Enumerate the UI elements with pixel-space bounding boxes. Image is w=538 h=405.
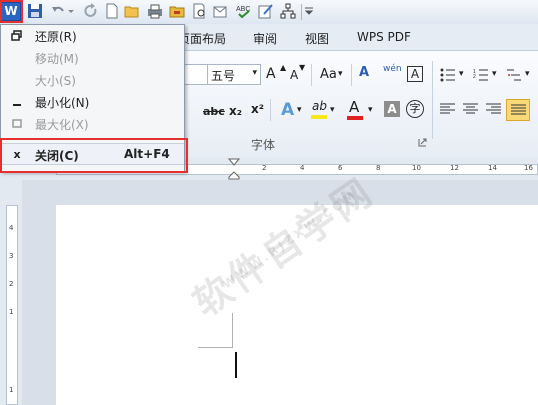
chevron-down-icon: ▾ [368,105,373,115]
text-effect-button[interactable]: A [281,100,294,120]
menu-item-maximize[interactable]: 最大化(X) [1,113,184,135]
ruler-number: 14 [488,164,497,172]
ruler-number: 16 [524,164,533,172]
enclose-character-button[interactable]: 字 [406,100,424,118]
word-logo-highlight [0,0,23,23]
ruler-number: 2 [9,280,14,288]
ruler-number: 4 [300,164,305,172]
ribbon-separator [351,64,352,86]
print-preview-icon[interactable] [192,3,208,19]
folder-icon[interactable] [169,3,185,19]
save-icon[interactable] [27,3,43,19]
numbering-icon[interactable]: 12 [473,68,489,82]
bullets-icon[interactable] [440,68,456,82]
customize-toolbar-icon[interactable] [304,3,314,19]
ruler-number: 1 [9,386,14,394]
chevron-down-icon: ▾ [525,69,530,79]
ruler-number: 8 [376,164,381,172]
close-item-highlight [0,138,188,173]
menu-item-label: 移动(M) [35,52,79,66]
chevron-down-icon: ▾ [297,105,302,115]
highlight-button[interactable]: ab [312,99,327,113]
ruler-number: 1 [9,308,14,316]
phonetic-guide-label[interactable]: wén [383,64,402,74]
email-icon[interactable] [213,3,229,19]
print-icon[interactable] [147,3,163,19]
chevron-down-icon: ▾ [492,69,497,79]
subscript-button[interactable]: x₂ [229,104,242,118]
ribbon-separator [311,64,312,86]
minimize-icon [13,104,21,106]
ribbon-separator [270,99,271,121]
ruler-number: 3 [9,252,14,260]
text-cursor [235,352,237,378]
font-color-button[interactable]: A [349,98,359,116]
indent-marker-icon[interactable] [228,158,240,180]
restore-icon [11,30,22,41]
align-left-icon[interactable] [440,103,455,116]
change-case-button[interactable]: Aa [320,67,337,82]
spell-check-icon[interactable]: ABC [236,3,252,19]
menu-item-restore[interactable]: 还原(R) [1,25,184,47]
open-folder-icon[interactable] [124,3,140,19]
highlight-color-bar [311,115,327,119]
align-right-icon[interactable] [486,103,501,116]
menu-item-label: 最小化(N) [35,96,90,110]
margin-corner-mark [198,347,233,348]
vertical-ruler-track: 4 3 2 1 1 [6,205,18,405]
chevron-down-icon: ▾ [338,69,343,79]
ruler-number: 2 [262,164,267,172]
character-border-button[interactable]: A [407,66,423,82]
font-color-bar [347,116,363,120]
justify-icon [511,104,526,115]
undo-dropdown-icon[interactable] [67,3,75,19]
superscript-button[interactable]: x² [251,102,264,116]
chevron-down-icon: ▾ [252,68,257,78]
ribbon-separator [432,61,433,139]
tab-page-layout[interactable]: 页面布局 [178,30,226,47]
structure-icon[interactable] [280,3,296,19]
clear-format-button[interactable]: A [359,65,369,80]
ruler-number: 12 [450,164,459,172]
font-size-value: 五号 [211,69,236,83]
ruler-numbers: 2 4 6 8 10 12 14 16 [246,164,536,174]
align-center-icon[interactable] [463,103,478,116]
margin-corner-mark [232,313,233,348]
menu-item-minimize[interactable]: 最小化(N) [1,91,184,113]
tab-view[interactable]: 视图 [305,30,329,47]
redo-icon[interactable] [83,3,99,19]
new-document-icon[interactable] [104,3,120,19]
menu-item-label: 大小(S) [35,74,76,88]
svg-text:2: 2 [473,74,476,80]
tab-wps-pdf[interactable]: WPS PDF [357,30,411,44]
tab-review[interactable]: 审阅 [253,30,277,47]
strikethrough-button[interactable]: abc [203,105,225,118]
edit-icon[interactable] [258,3,274,19]
toolbar-separator [301,4,302,20]
ruler-number: 10 [412,164,421,172]
grow-font-button[interactable]: A [266,66,276,82]
grow-font-arrow-icon: ▲ [280,63,287,72]
undo-icon[interactable] [50,3,66,19]
font-size-dropdown[interactable]: 五号 ▾ [207,64,261,85]
shrink-font-arrow-icon: ▼ [299,63,306,72]
quick-access-toolbar: W ABC [0,0,538,25]
menu-item-label: 还原(R) [35,30,77,44]
multilevel-list-icon[interactable] [506,68,522,82]
font-group-label: 字体 [251,138,276,152]
chevron-down-icon: ▾ [330,105,335,115]
justify-button[interactable] [506,99,530,121]
ruler-number: 4 [9,224,14,232]
maximize-icon [12,119,22,128]
shrink-font-button[interactable]: A [290,68,298,82]
menu-item-label: 最大化(X) [35,118,89,132]
menu-item-size[interactable]: 大小(S) [1,69,184,91]
chevron-down-icon: ▾ [459,69,464,79]
character-shading-button[interactable]: A [384,101,400,117]
font-dialog-launcher-icon[interactable] [418,138,427,147]
menu-item-move[interactable]: 移动(M) [1,47,184,69]
